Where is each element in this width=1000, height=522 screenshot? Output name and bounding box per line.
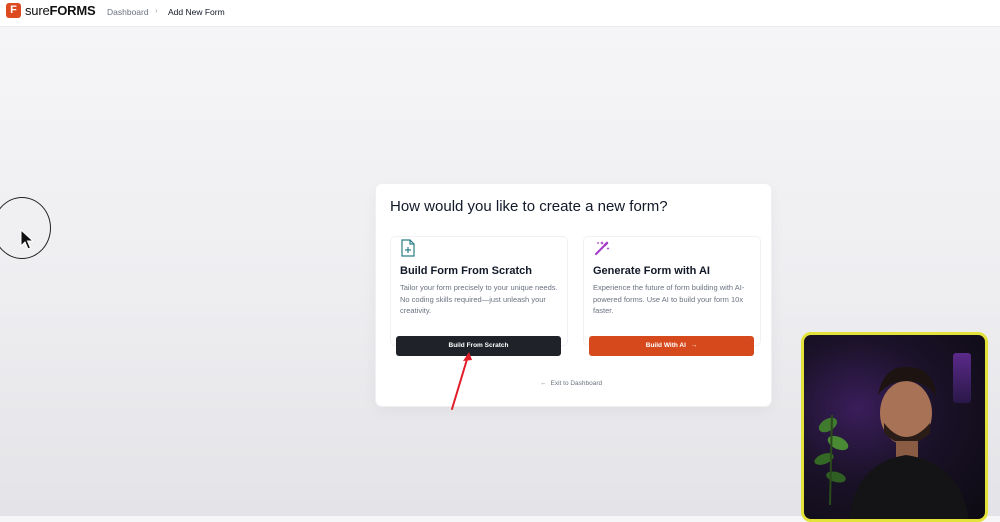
breadcrumb-dashboard[interactable]: Dashboard: [107, 7, 149, 17]
option-description: Tailor your form precisely to your uniqu…: [400, 283, 558, 315]
file-plus-icon: [401, 239, 415, 257]
sureforms-logo[interactable]: F sureFORMS: [6, 3, 96, 18]
webcam-overlay: [801, 332, 988, 522]
breadcrumb-separator-icon: ›: [155, 6, 158, 15]
webcam-presenter: [849, 366, 969, 519]
mouse-cursor-icon: [20, 229, 34, 250]
exit-to-dashboard-link[interactable]: ← Exit to Dashboard: [540, 380, 602, 387]
dialog-title: How would you like to create a new form?: [390, 198, 668, 215]
option-description: Experience the future of form building w…: [593, 283, 745, 315]
build-with-ai-label: Build With AI: [645, 342, 686, 349]
breadcrumb-current: Add New Form: [168, 7, 225, 17]
top-bar: F sureFORMS Dashboard › Add New Form: [0, 0, 1000, 27]
logo-text: sureFORMS: [25, 3, 96, 18]
create-form-dialog: How would you like to create a new form?…: [376, 184, 771, 406]
logo-mark-icon: F: [6, 3, 21, 18]
arrow-right-icon: →: [690, 342, 698, 349]
build-with-ai-button[interactable]: Build With AI →: [589, 336, 754, 356]
arrow-left-icon: ←: [540, 380, 547, 387]
option-build-from-scratch[interactable]: Build Form From Scratch Tailor your form…: [390, 236, 568, 346]
option-title: Build Form From Scratch: [400, 265, 533, 277]
option-generate-with-ai[interactable]: Generate Form with AI Experience the fut…: [583, 236, 761, 346]
red-arrow-annotation: [451, 352, 472, 410]
exit-label: Exit to Dashboard: [550, 380, 603, 387]
logo-text-light: sure: [25, 3, 50, 18]
logo-text-bold: FORMS: [49, 3, 96, 18]
option-title: Generate Form with AI: [593, 265, 710, 277]
build-from-scratch-button[interactable]: Build From Scratch: [396, 336, 561, 356]
magic-wand-icon: [595, 241, 610, 255]
